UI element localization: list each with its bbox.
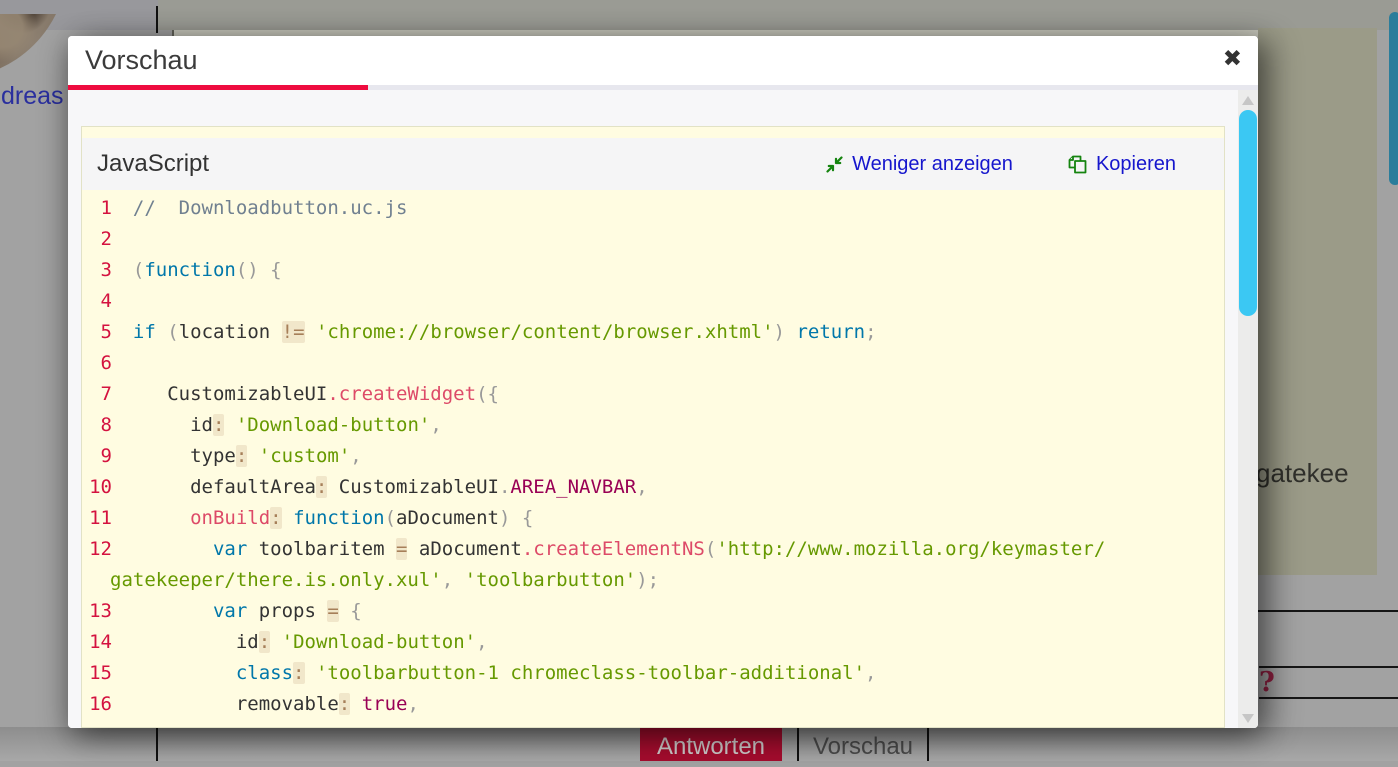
modal-title: Vorschau (85, 45, 198, 76)
code-line: 15 class: 'toolbarbutton-1 chromeclass-t… (110, 658, 1224, 689)
line-number: 13 (81, 596, 112, 627)
background-table-border-bottom (156, 727, 158, 761)
scroll-up-arrow-icon[interactable] (1242, 96, 1254, 105)
collapse-icon (826, 156, 843, 173)
line-number: 1 (81, 193, 112, 224)
line-number: 4 (81, 286, 112, 317)
code-line: 14 id: 'Download-button', (110, 627, 1224, 658)
form-divider-line (1259, 666, 1398, 668)
background-table-border-top (156, 6, 158, 33)
line-number: 12 (81, 534, 112, 565)
reply-button[interactable]: Antworten (640, 727, 782, 761)
code-block-header: JavaScript Weniger anzeigen (82, 138, 1224, 190)
collapse-link-label: Weniger anzeigen (852, 153, 1013, 176)
form-divider-line (1259, 697, 1398, 699)
button-separator (927, 727, 929, 761)
line-number: 16 (81, 689, 112, 720)
modal-scrollbar[interactable] (1238, 90, 1258, 728)
modal-header: Vorschau ✖ (68, 36, 1258, 85)
code-line: 9 type: 'custom', (110, 441, 1224, 472)
code-line: 2 (110, 224, 1224, 255)
modal-scrollbar-thumb[interactable] (1239, 110, 1257, 316)
copy-link-label: Kopieren (1096, 153, 1176, 176)
quote-box-text: gatekee (1256, 458, 1386, 489)
collapse-code-link[interactable]: Weniger anzeigen (826, 153, 1013, 176)
line-number: 2 (81, 224, 112, 255)
code-line: 16 removable: true, (110, 689, 1224, 720)
code-line: 10 defaultArea: CustomizableUI.AREA_NAVB… (110, 472, 1224, 503)
code-line: 4 (110, 286, 1224, 317)
code-line: 1 // Downloadbutton.uc.js (110, 193, 1224, 224)
copy-code-link[interactable]: Kopieren (1068, 153, 1176, 176)
code-line: 5 if (location != 'chrome://browser/cont… (110, 317, 1224, 348)
line-number: 11 (81, 503, 112, 534)
form-divider-line (1258, 610, 1398, 612)
line-number: 6 (81, 348, 112, 379)
help-question-mark[interactable]: ? (1259, 667, 1275, 698)
code-line: 12 var toolbaritem = aDocument.createEle… (110, 534, 1224, 565)
code-block: JavaScript Weniger anzeigen (81, 126, 1225, 728)
line-number: 14 (81, 627, 112, 658)
avatar-image (0, 14, 62, 79)
avatar (0, 14, 62, 84)
code-line: gatekeeper/there.is.only.xul', 'toolbarb… (110, 565, 1224, 596)
line-number: 5 (81, 317, 112, 348)
code-line: 7 CustomizableUI.createWidget({ (110, 379, 1224, 410)
bottom-button-bar: Antworten Vorschau (0, 727, 1398, 761)
line-number: 10 (81, 472, 112, 503)
line-number: 9 (81, 441, 112, 472)
line-number: 7 (81, 379, 112, 410)
code-line: 3 (function() { (110, 255, 1224, 286)
close-icon[interactable]: ✖ (1223, 46, 1242, 72)
line-number: 15 (81, 658, 112, 689)
scroll-down-arrow-icon[interactable] (1242, 714, 1254, 723)
line-number: 8 (81, 410, 112, 441)
modal-body: JavaScript Weniger anzeigen (68, 90, 1258, 728)
copy-icon (1068, 155, 1087, 174)
code-line: 8 id: 'Download-button', (110, 410, 1224, 441)
page-scrollbar-thumb[interactable] (1389, 12, 1398, 185)
code-line: 13 var props = { (110, 596, 1224, 627)
code-line: 11 onBuild: function(aDocument) { (110, 503, 1224, 534)
line-number: 3 (81, 255, 112, 286)
preview-page-button[interactable]: Vorschau (799, 727, 927, 761)
preview-modal: Vorschau ✖ JavaScript Weniger anzeigen (68, 36, 1258, 728)
background-top-strip-right (158, 0, 1398, 30)
code-language-label: JavaScript (97, 150, 209, 178)
quote-box-panel (1258, 28, 1377, 575)
code-lines: 1 // Downloadbutton.uc.js23 (function() … (82, 190, 1224, 720)
username-link[interactable]: dreas (1, 82, 64, 111)
code-line: 6 (110, 348, 1224, 379)
